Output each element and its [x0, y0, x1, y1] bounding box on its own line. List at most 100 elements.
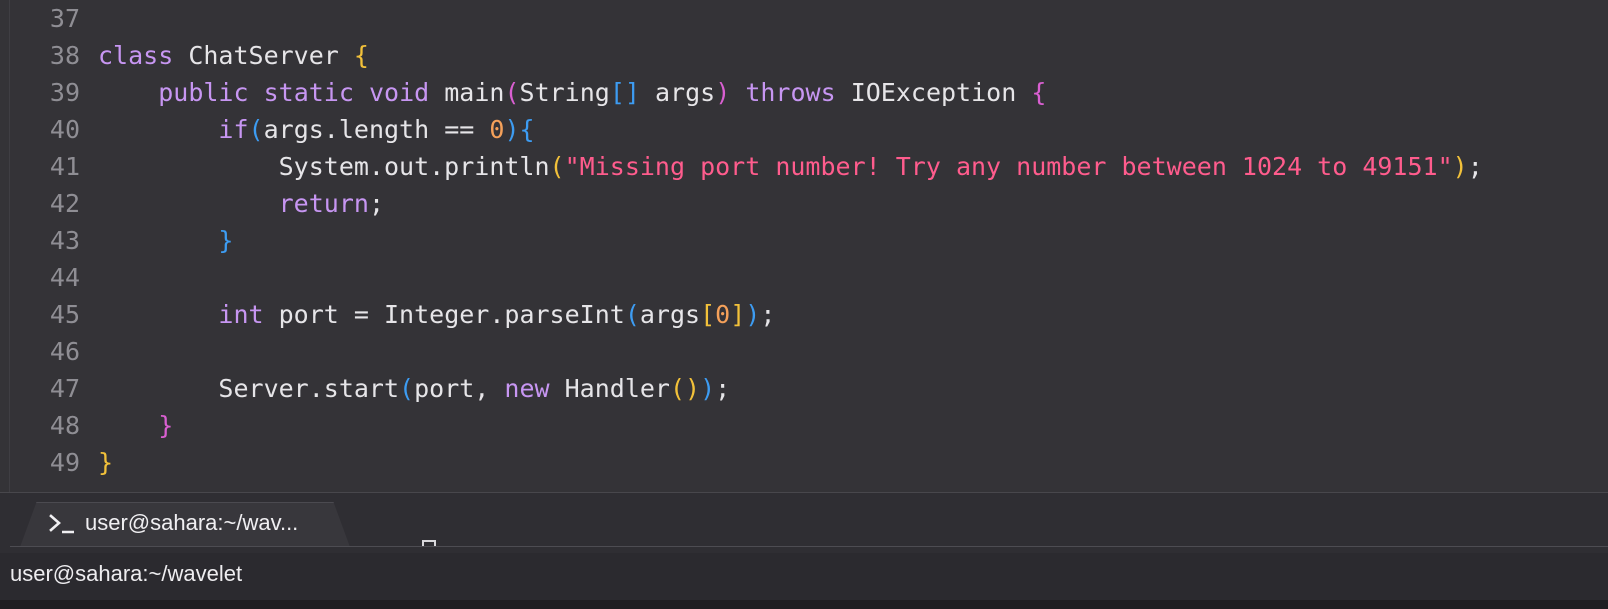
code-token: ; — [760, 300, 776, 329]
code-token: port, — [414, 374, 505, 403]
line-number: 42 — [49, 189, 80, 218]
terminal-tab-label: user@sahara:~/wav... — [85, 510, 299, 535]
code-token: ) — [1452, 152, 1468, 181]
window-bottom-edge — [0, 600, 1608, 609]
code-token: main — [429, 78, 505, 107]
code-text: class ChatServer { — [98, 37, 369, 75]
code-text: System.out.println("Missing port number!… — [98, 148, 1483, 186]
code-token: args — [639, 300, 701, 329]
code-token: class — [98, 41, 174, 70]
terminal-panel[interactable]: user@sahara:~/wavelet — [0, 553, 1608, 600]
code-editor[interactable]: 37 38 class ChatServer {39 public static v… — [0, 0, 1608, 492]
line-number: 48 — [49, 411, 80, 440]
code-token: ){ — [504, 115, 535, 144]
code-token: ) — [700, 374, 716, 403]
code-token: ( — [504, 78, 520, 107]
code-line[interactable]: 45 int port = Integer.parseInt(args[0]); — [0, 296, 1608, 334]
code-token: ] — [730, 300, 746, 329]
code-token: return — [278, 189, 369, 218]
code-token: if — [218, 115, 249, 144]
code-token: static — [263, 78, 354, 107]
tab-strip-divider — [10, 546, 1608, 547]
code-token: ( — [624, 300, 640, 329]
line-number: 41 — [49, 152, 80, 181]
code-line[interactable]: 39 public static void main(String[] args… — [0, 74, 1608, 112]
code-token: ; — [368, 189, 384, 218]
code-line[interactable]: 41 System.out.println("Missing port numb… — [0, 148, 1608, 186]
code-token: { — [1031, 78, 1047, 107]
line-number: 45 — [49, 300, 80, 329]
terminal-prompt-icon — [49, 514, 74, 534]
code-token: { — [353, 41, 369, 70]
code-token: ) — [745, 300, 761, 329]
code-token: ) — [715, 78, 731, 107]
code-token: ( — [549, 152, 565, 181]
code-token: [ — [700, 300, 716, 329]
code-text: int port = Integer.parseInt(args[0]); — [98, 296, 775, 334]
code-token: } — [98, 448, 114, 477]
code-token: ( — [248, 115, 264, 144]
line-number: 43 — [49, 226, 80, 255]
code-token: Server.start — [98, 374, 400, 403]
code-token: args.length == — [263, 115, 490, 144]
code-text: } — [98, 222, 233, 260]
line-number: 49 — [49, 448, 80, 477]
code-token: } — [218, 226, 234, 255]
code-token: System.out.println — [98, 152, 550, 181]
code-line[interactable]: 49} — [0, 444, 1608, 482]
code-line[interactable]: 37 — [0, 0, 1608, 38]
code-text: Server.start(port, new Handler()); — [98, 370, 730, 408]
code-token: int — [218, 300, 264, 329]
code-line[interactable]: 42 return; — [0, 185, 1608, 223]
line-number: 44 — [49, 263, 80, 292]
code-token: () — [669, 374, 701, 403]
code-token: IOException — [835, 78, 1032, 107]
code-token: args — [639, 78, 716, 107]
terminal-tab-strip: user@sahara:~/wav... — [0, 493, 1608, 547]
code-token: } — [158, 411, 174, 440]
line-number: 47 — [49, 374, 80, 403]
code-token: "Missing port number! Try any number bet… — [564, 152, 1453, 181]
code-line[interactable]: 44 — [0, 259, 1608, 297]
code-text: public static void main(String[] args) t… — [98, 74, 1046, 112]
code-token: ChatServer — [173, 41, 354, 70]
code-text: } — [98, 444, 113, 482]
line-number: 39 — [49, 78, 80, 107]
code-token: void — [368, 78, 430, 107]
terminal-tab[interactable]: user@sahara:~/wav... — [20, 502, 350, 547]
line-number: 40 — [49, 115, 80, 144]
code-token: [] — [609, 78, 640, 107]
code-token: ( — [399, 374, 415, 403]
code-token: ; — [1467, 152, 1483, 181]
code-line[interactable]: 40 if(args.length == 0){ — [0, 111, 1608, 149]
terminal-title: user@sahara:~/wavelet — [10, 561, 243, 586]
code-token: Handler — [549, 374, 670, 403]
code-text: } — [98, 407, 173, 445]
line-number: 37 — [49, 4, 80, 33]
code-token: 0 — [715, 300, 731, 329]
code-line[interactable]: 48 } — [0, 407, 1608, 445]
code-token: ; — [715, 374, 731, 403]
code-token: port = Integer.parseInt — [263, 300, 625, 329]
code-token: String — [519, 78, 610, 107]
code-line[interactable]: 43 } — [0, 222, 1608, 260]
code-token: 0 — [489, 115, 505, 144]
code-line[interactable]: 47 Server.start(port, new Handler()); — [0, 370, 1608, 408]
code-token: throws — [745, 78, 836, 107]
code-line[interactable]: 46 — [0, 333, 1608, 371]
code-text: return; — [98, 185, 384, 223]
line-number: 38 — [49, 41, 80, 70]
code-token: public — [158, 78, 249, 107]
code-line[interactable]: 38 class ChatServer { — [0, 37, 1608, 75]
line-number: 46 — [49, 337, 80, 366]
code-text: if(args.length == 0){ — [98, 111, 535, 149]
